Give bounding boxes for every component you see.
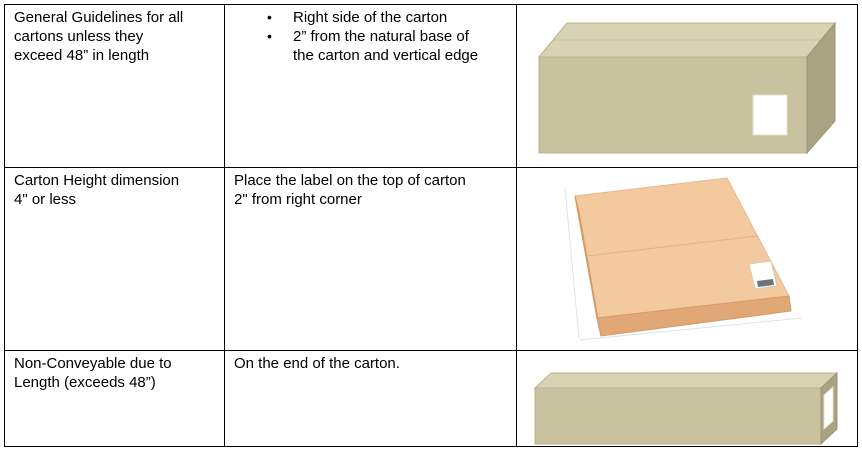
condition-cell: Carton Height dimension 4" or less: [4, 167, 225, 351]
condition-text: Length (exceeds 48”): [14, 374, 156, 391]
condition-text: Carton Height dimension: [14, 172, 180, 189]
condition-text: exceed 48” in length: [14, 47, 150, 64]
long-carton-end-label-icon: [533, 371, 839, 446]
placement-bullet-list: • Right side of the carton • 2” from the…: [234, 8, 507, 65]
carton-side-label-image-cell: [516, 4, 858, 168]
condition-text: 4" or less: [14, 191, 77, 208]
condition-text: General Guidelines for all: [14, 9, 184, 26]
table-row: General Guidelines for all cartons unles…: [4, 4, 858, 168]
placement-cell: • Right side of the carton • 2” from the…: [224, 4, 517, 168]
condition-text: cartons unless they: [14, 28, 144, 45]
list-item: • 2” from the natural base of the carton…: [234, 27, 507, 65]
placement-cell: Place the label on the top of carton 2" …: [224, 167, 517, 351]
condition-cell: Non-Conveyable due to Length (exceeds 48…: [4, 350, 225, 447]
placement-text: 2” from the natural base of: [293, 28, 469, 45]
condition-text: Non-Conveyable due to: [14, 355, 172, 372]
flat-carton-top-label-image-cell: [516, 167, 858, 351]
list-item: • Right side of the carton: [234, 8, 507, 27]
flat-carton-top-label-icon: [564, 177, 803, 341]
condition-cell: General Guidelines for all cartons unles…: [4, 4, 225, 168]
bullet-icon: •: [267, 28, 272, 44]
table-row: Carton Height dimension 4" or less Place…: [4, 167, 858, 351]
placement-text: 2" from right corner: [234, 191, 362, 208]
placement-text: Place the label on the top of carton: [234, 172, 466, 189]
carton-side-label-icon: [537, 21, 837, 155]
bullet-icon: •: [267, 9, 272, 25]
guidelines-document: General Guidelines for all cartons unles…: [0, 0, 862, 452]
placement-text: Right side of the carton: [293, 9, 448, 26]
placement-text: On the end of the carton.: [234, 355, 400, 372]
table-row: Non-Conveyable due to Length (exceeds 48…: [4, 350, 858, 447]
placement-cell: On the end of the carton.: [224, 350, 517, 447]
long-carton-end-label-image-cell: [516, 350, 858, 447]
carton-label-guidelines-table: General Guidelines for all cartons unles…: [4, 4, 858, 447]
placement-text: the carton and vertical edge: [293, 47, 479, 64]
